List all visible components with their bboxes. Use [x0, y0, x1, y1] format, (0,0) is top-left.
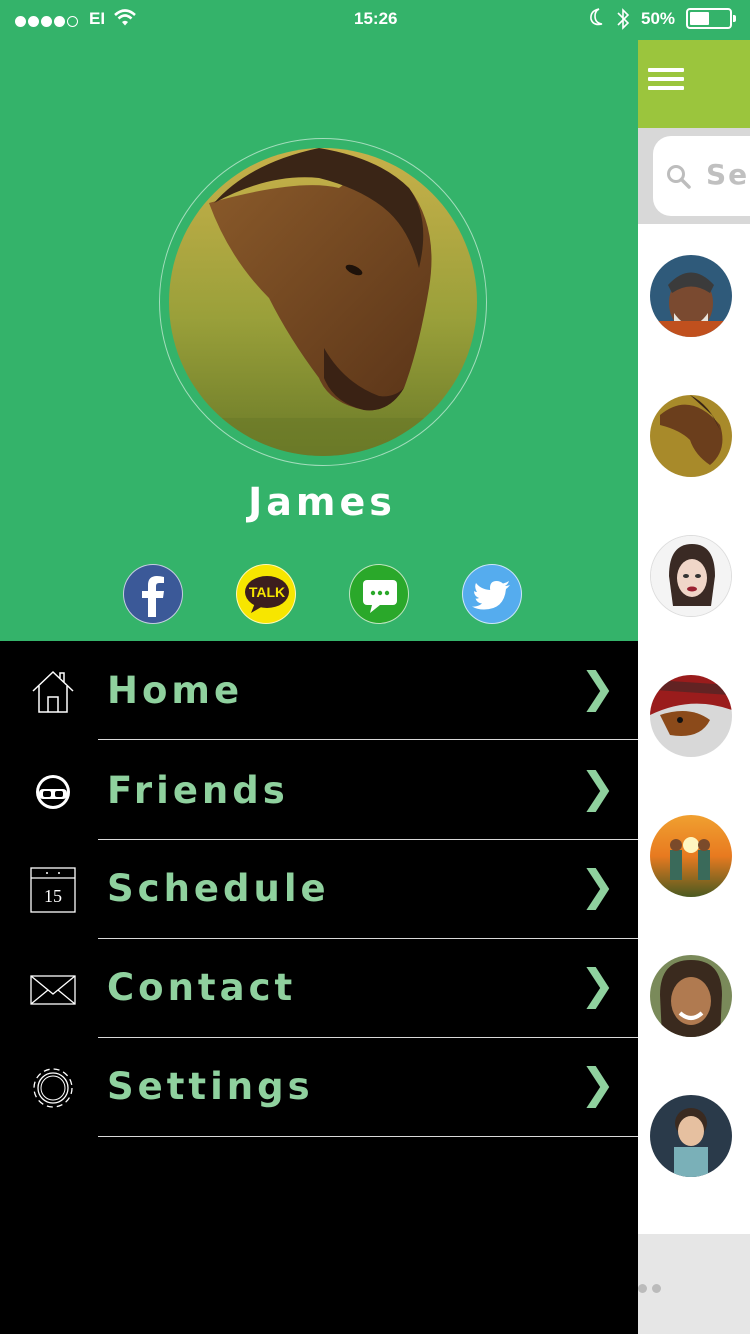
battery-nub	[733, 15, 736, 22]
menu-label-contact: Contact	[107, 966, 297, 1009]
search-icon	[667, 165, 691, 189]
contact-avatar-girl[interactable]	[650, 955, 732, 1037]
menu-item-home[interactable]: Home ❯	[0, 641, 638, 740]
menu-item-settings[interactable]: Settings ❯	[0, 1037, 638, 1136]
menu-label-home: Home	[107, 669, 244, 712]
envelope-icon	[30, 975, 76, 1005]
contact-avatar-woman[interactable]	[650, 535, 732, 617]
message-button[interactable]	[349, 564, 409, 624]
battery-level	[690, 12, 709, 25]
home-icon	[32, 670, 74, 713]
twitter-icon	[472, 581, 510, 610]
menu-divider	[98, 739, 638, 740]
bluetooth-icon	[617, 8, 630, 30]
wifi-icon	[114, 9, 136, 26]
contact-avatar-old-man[interactable]	[650, 255, 732, 337]
calendar-day: 15	[44, 886, 62, 906]
twitter-button[interactable]	[462, 564, 522, 624]
menu-item-contact[interactable]: Contact ❯	[0, 938, 638, 1037]
side-drawer: James TALK Home ❯ Friends ❯ 15 Schedule …	[0, 0, 638, 1334]
contact-avatar-boy[interactable]	[650, 1095, 732, 1177]
contacts-panel: Sea	[638, 0, 750, 1334]
menu-item-schedule[interactable]: 15 Schedule ❯	[0, 839, 638, 938]
profile-avatar[interactable]	[169, 148, 477, 456]
friends-icon	[36, 775, 70, 809]
facebook-icon	[142, 576, 164, 617]
calendar-icon: 15	[30, 867, 76, 913]
chevron-right-icon: ❯	[580, 663, 616, 712]
drawer-header: James TALK	[0, 0, 638, 641]
contact-avatar-children[interactable]	[650, 815, 732, 897]
kakaotalk-button[interactable]: TALK	[236, 564, 296, 624]
chevron-right-icon: ❯	[580, 763, 616, 812]
kakaotalk-icon: TALK	[245, 576, 289, 613]
battery-percent: 50%	[641, 9, 676, 28]
chevron-right-icon: ❯	[580, 861, 616, 910]
kakaotalk-label: TALK	[249, 584, 285, 600]
page-dots	[638, 1278, 668, 1293]
search-placeholder: Sea	[706, 158, 750, 191]
chevron-right-icon: ❯	[580, 1059, 616, 1108]
hamburger-menu-icon[interactable]	[648, 68, 684, 92]
contact-avatar-dog[interactable]	[650, 675, 732, 757]
contact-avatar-horse[interactable]	[650, 395, 732, 477]
menu-item-friends[interactable]: Friends ❯	[0, 741, 638, 840]
carrier-name: EI	[89, 9, 106, 28]
menu-divider	[98, 1136, 638, 1137]
menu-label-settings: Settings	[107, 1065, 314, 1108]
status-time: 15:26	[354, 9, 398, 28]
signal-strength-icon	[15, 12, 80, 32]
menu-label-friends: Friends	[107, 769, 289, 812]
chevron-right-icon: ❯	[580, 960, 616, 1009]
moon-icon	[590, 8, 603, 26]
battery-icon	[686, 8, 732, 29]
message-icon	[363, 580, 397, 613]
user-name: James	[248, 480, 396, 524]
facebook-button[interactable]	[123, 564, 183, 624]
gear-icon	[33, 1068, 73, 1108]
menu-label-schedule: Schedule	[107, 867, 330, 910]
status-bar: EI 15:26 50%	[0, 0, 750, 40]
